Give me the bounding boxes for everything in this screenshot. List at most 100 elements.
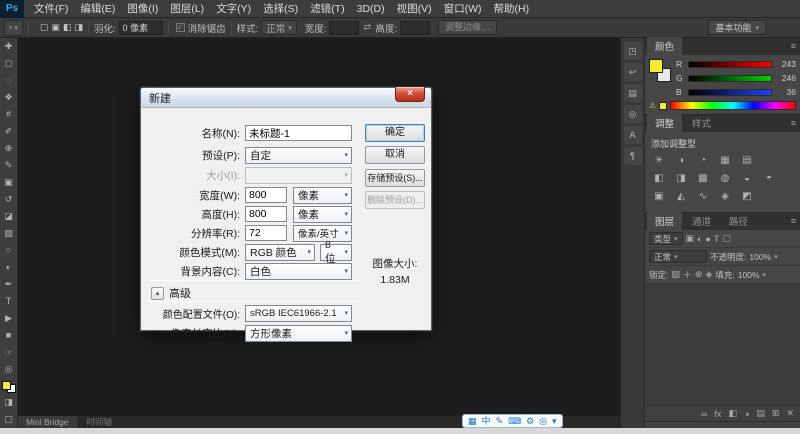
vibrance-icon[interactable]: ▤: [739, 154, 755, 168]
photo-filter-icon[interactable]: ◍: [717, 172, 733, 186]
rectangular-marquee-tool-icon[interactable]: ◻: [0, 55, 18, 72]
red-value[interactable]: 243: [776, 59, 796, 69]
panel-menu-icon[interactable]: ≡: [791, 216, 796, 226]
antialias-checkbox[interactable]: ✓: [176, 23, 185, 32]
lock-all-icon[interactable]: ◈: [705, 269, 712, 280]
timeline-tab[interactable]: 时间轴: [79, 416, 121, 428]
ime-settings-icon[interactable]: ⚙: [526, 415, 534, 427]
lock-pixels-icon[interactable]: ＋: [683, 268, 692, 281]
fill-value[interactable]: 100%: [738, 270, 760, 280]
delete-layer-icon[interactable]: ✕: [786, 408, 794, 419]
filter-smart-objects-icon[interactable]: ▢: [722, 233, 731, 244]
ime-search-icon[interactable]: ◎: [539, 415, 547, 427]
cancel-button[interactable]: 取消: [365, 146, 425, 164]
filter-adjustment-layers-icon[interactable]: ◐: [697, 234, 702, 244]
bit-depth-select[interactable]: 8 位 ▾: [320, 244, 352, 261]
gradient-map-icon[interactable]: ◈: [717, 190, 733, 204]
blend-mode-select[interactable]: 正常 ▾: [649, 250, 707, 263]
hue-saturation-icon[interactable]: ◧: [651, 172, 667, 186]
width-input[interactable]: [329, 21, 359, 35]
mini-bridge-tab[interactable]: Mini Bridge: [18, 416, 77, 428]
link-layers-icon[interactable]: ∞: [701, 409, 707, 419]
green-value[interactable]: 246: [776, 73, 796, 83]
filter-pixel-layers-icon[interactable]: ▣: [686, 233, 695, 244]
ok-button[interactable]: 确定: [365, 124, 425, 142]
dodge-tool-icon[interactable]: ◐: [0, 259, 18, 276]
layer-mask-icon[interactable]: ◧: [728, 408, 737, 419]
selective-color-icon[interactable]: ◩: [739, 190, 755, 204]
rectangle-shape-tool-icon[interactable]: ■: [0, 327, 18, 344]
blue-value[interactable]: 36: [776, 87, 796, 97]
color-spectrum-ramp[interactable]: [670, 101, 796, 110]
menu-layer[interactable]: 图层(L): [164, 0, 210, 18]
menu-3d[interactable]: 3D(D): [351, 0, 391, 18]
height-unit-select[interactable]: 像素 ▾: [293, 206, 352, 223]
advanced-toggle[interactable]: ▴: [151, 287, 164, 300]
menu-type[interactable]: 文字(Y): [210, 0, 257, 18]
history-brush-tool-icon[interactable]: ↺: [0, 191, 18, 208]
menu-filter[interactable]: 滤镜(T): [304, 0, 350, 18]
properties-panel-icon[interactable]: ▤: [624, 84, 642, 102]
path-selection-tool-icon[interactable]: ▶: [0, 310, 18, 327]
menu-window[interactable]: 窗口(W): [438, 0, 488, 18]
eyedropper-tool-icon[interactable]: ✐: [0, 123, 18, 140]
navigator-panel-icon[interactable]: ◳: [624, 42, 642, 60]
panel-color-swatches[interactable]: [649, 59, 671, 89]
resolution-unit-select[interactable]: 像素/英寸 ▾: [293, 225, 352, 242]
layer-filter-select[interactable]: 类型 ▾: [649, 232, 683, 245]
dialog-titlebar[interactable]: 新建: [141, 88, 431, 108]
close-button[interactable]: ×: [395, 87, 425, 102]
panel-menu-icon[interactable]: ≡: [791, 41, 796, 51]
invert-icon[interactable]: ▣: [651, 190, 667, 204]
new-selection-icon[interactable]: ▢: [40, 22, 49, 33]
red-slider[interactable]: [688, 61, 772, 68]
posterize-icon[interactable]: ◭: [673, 190, 689, 204]
opacity-value[interactable]: 100%: [749, 252, 771, 262]
pixel-aspect-select[interactable]: 方形像素 ▾: [245, 325, 352, 342]
foreground-color-swatch[interactable]: [2, 381, 11, 390]
add-selection-icon[interactable]: ▣: [51, 22, 60, 33]
channel-mixer-icon[interactable]: ◒: [739, 172, 755, 186]
ime-layout-icon[interactable]: ▦: [468, 415, 477, 427]
adjustment-layer-icon[interactable]: ◑: [744, 409, 749, 419]
color-lookup-icon[interactable]: ◓: [761, 172, 777, 186]
workspace-switcher[interactable]: 基本功能 ▾: [708, 20, 766, 35]
background-select[interactable]: 白色 ▾: [245, 263, 352, 280]
color-mode-select[interactable]: RGB 颜色 ▾: [245, 244, 315, 261]
brightness-contrast-icon[interactable]: ☀: [651, 154, 667, 168]
preset-select[interactable]: 自定 ▾: [245, 147, 352, 164]
levels-icon[interactable]: ◑: [673, 154, 689, 168]
refine-edge-button[interactable]: 调整边缘…: [438, 20, 497, 35]
menu-view[interactable]: 视图(V): [391, 0, 438, 18]
name-field[interactable]: [245, 125, 352, 141]
curves-icon[interactable]: ◔: [695, 154, 711, 168]
info-panel-icon[interactable]: ◎: [624, 105, 642, 123]
character-panel-icon[interactable]: A: [624, 126, 642, 144]
quick-mask-icon[interactable]: ◨: [0, 394, 18, 411]
clone-stamp-tool-icon[interactable]: ▣: [0, 174, 18, 191]
filter-type-layers-icon[interactable]: ●: [705, 234, 710, 244]
layer-style-icon[interactable]: fx: [714, 409, 721, 419]
color-swatches[interactable]: [1, 380, 17, 394]
menu-file[interactable]: 文件(F): [28, 0, 74, 18]
type-tool-icon[interactable]: T: [0, 293, 18, 310]
ime-menu-icon[interactable]: ▾: [552, 415, 557, 427]
quick-selection-tool-icon[interactable]: ❖: [0, 89, 18, 106]
crop-tool-icon[interactable]: #: [0, 106, 18, 123]
style-select[interactable]: 正常 ▾: [261, 20, 297, 35]
lock-transparency-icon[interactable]: ▨: [671, 269, 680, 280]
tab-paths[interactable]: 路径: [721, 212, 756, 230]
swap-dimensions-icon[interactable]: ⇄: [363, 22, 371, 33]
menu-help[interactable]: 帮助(H): [488, 0, 536, 18]
menu-edit[interactable]: 编辑(E): [74, 0, 121, 18]
pen-tool-icon[interactable]: ✒: [0, 276, 18, 293]
threshold-icon[interactable]: ∿: [695, 190, 711, 204]
gamut-warning-icon[interactable]: ⚠: [649, 101, 656, 110]
tab-styles[interactable]: 样式: [684, 114, 719, 132]
ime-keyboard-icon[interactable]: ⌨: [508, 415, 521, 427]
ime-pen-icon[interactable]: ✎: [496, 415, 504, 427]
zoom-tool-icon[interactable]: ◎: [0, 361, 18, 378]
filter-shape-layers-icon[interactable]: T: [714, 234, 720, 244]
eraser-tool-icon[interactable]: ◪: [0, 208, 18, 225]
hand-tool-icon[interactable]: ☞: [0, 344, 18, 361]
